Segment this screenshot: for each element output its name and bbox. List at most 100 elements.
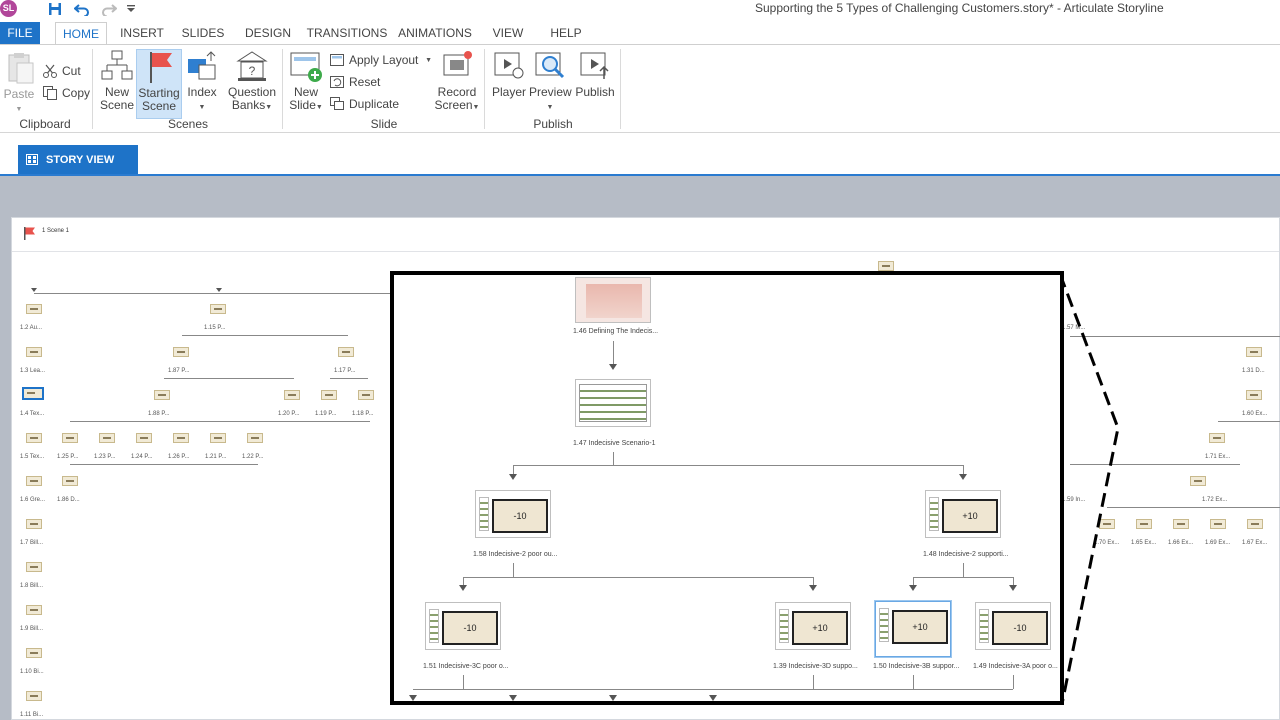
connector [330, 378, 368, 379]
player-button[interactable]: Player [490, 49, 528, 117]
scenes-group-label: Scenes [167, 117, 209, 131]
slide-node[interactable] [173, 347, 189, 357]
copy-button[interactable]: Copy [42, 83, 90, 103]
new-scene-button[interactable]: New Scene [98, 49, 136, 117]
slide-node-label: 1.25 P... [57, 454, 79, 460]
slide-node-selected[interactable] [22, 387, 44, 400]
slide-preview-sidebar [929, 497, 939, 531]
cut-button[interactable]: Cut [42, 61, 81, 81]
slide-thumbnail[interactable]: +10 [925, 490, 1001, 538]
score-card: +10 [942, 499, 998, 533]
tab-story-view[interactable]: STORY VIEW [18, 145, 138, 174]
question-banks-button[interactable]: ? Question Banks▼ [224, 49, 280, 117]
story-view-icon [26, 154, 38, 165]
connector-arrow [809, 585, 817, 591]
question-bank-icon: ? [236, 51, 268, 81]
undo-icon[interactable] [73, 1, 91, 17]
slide-node[interactable] [210, 433, 226, 443]
record-screen-button[interactable]: Record Screen▼ [434, 49, 480, 117]
reset-button[interactable]: Reset [329, 72, 380, 92]
slide-node[interactable] [136, 433, 152, 443]
slide-node[interactable] [154, 390, 170, 400]
connector [1218, 421, 1280, 422]
redo-icon[interactable] [100, 1, 118, 17]
slide-node[interactable] [26, 519, 42, 529]
slide-node[interactable] [878, 261, 894, 271]
slide-node[interactable] [1190, 476, 1206, 486]
slide-preview-sidebar [479, 497, 489, 531]
slide-node[interactable] [62, 433, 78, 443]
record-screen-icon [443, 51, 472, 76]
tab-transitions[interactable]: TRANSITIONS [306, 22, 388, 45]
slide-node-label: 1.72 Ex... [1202, 497, 1228, 503]
slide-thumbnail[interactable]: -10 [475, 490, 551, 538]
reset-icon [330, 76, 344, 88]
slide-node[interactable] [62, 476, 78, 486]
customize-toolbar-icon[interactable] [122, 1, 140, 17]
slide-node[interactable] [1136, 519, 1152, 529]
slide-node[interactable] [26, 648, 42, 658]
slide-thumbnail[interactable]: -10 [425, 602, 501, 650]
slide-node-label: 1.67 Ex... [1242, 540, 1268, 546]
slide-thumbnail[interactable] [575, 379, 651, 427]
slide-node[interactable] [26, 304, 42, 314]
connector [1107, 507, 1280, 508]
slide-node[interactable] [338, 347, 354, 357]
connector [164, 378, 294, 379]
red-flag-icon [150, 52, 172, 83]
starting-scene-button[interactable]: Starting Scene [136, 49, 182, 119]
connector-arrow [1009, 585, 1017, 591]
tab-design[interactable]: DESIGN [240, 22, 296, 45]
save-icon[interactable] [46, 1, 64, 17]
slide-node[interactable] [99, 433, 115, 443]
tab-insert[interactable]: INSERT [116, 22, 168, 45]
connector [913, 577, 1014, 578]
tab-animations[interactable]: ANIMATIONS [396, 22, 474, 45]
tab-file[interactable]: FILE [0, 22, 40, 45]
slide-thumbnail-selected[interactable]: +10 [875, 601, 951, 657]
slide-node[interactable] [1210, 519, 1226, 529]
tab-help[interactable]: HELP [546, 22, 586, 45]
slide-node[interactable] [1173, 519, 1189, 529]
slide-node[interactable] [26, 605, 42, 615]
slide-node[interactable] [358, 390, 374, 400]
slide-node[interactable] [1246, 390, 1262, 400]
slide-node[interactable] [26, 476, 42, 486]
slide-node[interactable] [321, 390, 337, 400]
apply-layout-button[interactable]: Apply Layout ▼ [329, 50, 432, 70]
slide-node-label: 1.8 Bill... [20, 583, 44, 589]
slide-node-label: 1.19 P... [315, 411, 337, 417]
connector-arrow [909, 585, 917, 591]
slide-node[interactable] [210, 304, 226, 314]
paste-button[interactable]: Paste ▼ [3, 51, 35, 119]
slide-node[interactable] [26, 691, 42, 701]
tab-view[interactable]: VIEW [488, 22, 528, 45]
slide-thumbnail[interactable]: -10 [975, 602, 1051, 650]
group-divider [484, 49, 485, 129]
duplicate-button[interactable]: Duplicate [329, 94, 399, 114]
slide-node[interactable] [284, 390, 300, 400]
connector [1013, 675, 1014, 689]
paste-icon [8, 53, 34, 84]
slide-node[interactable] [1209, 433, 1225, 443]
slide-node-label: 1.22 P... [242, 454, 264, 460]
slide-node[interactable] [26, 433, 42, 443]
publish-button[interactable]: Publish [574, 49, 616, 117]
slide-preview [579, 384, 647, 422]
slide-node[interactable] [173, 433, 189, 443]
tab-slides[interactable]: SLIDES [178, 22, 228, 45]
slide-node[interactable] [1247, 519, 1263, 529]
connector-arrow [959, 474, 967, 480]
preview-button[interactable]: Preview ▼ [529, 49, 572, 117]
zoom-callout-leader [1058, 273, 1120, 705]
new-slide-button[interactable]: New Slide▼ [287, 49, 325, 117]
player-icon [494, 52, 524, 79]
slide-node[interactable] [247, 433, 263, 443]
slide-thumbnail[interactable] [575, 277, 651, 323]
index-button[interactable]: Index ▼ [184, 49, 220, 117]
slide-node[interactable] [1246, 347, 1262, 357]
tab-home[interactable]: HOME [55, 22, 107, 46]
slide-thumbnail[interactable]: +10 [775, 602, 851, 650]
slide-node[interactable] [26, 347, 42, 357]
slide-node[interactable] [26, 562, 42, 572]
